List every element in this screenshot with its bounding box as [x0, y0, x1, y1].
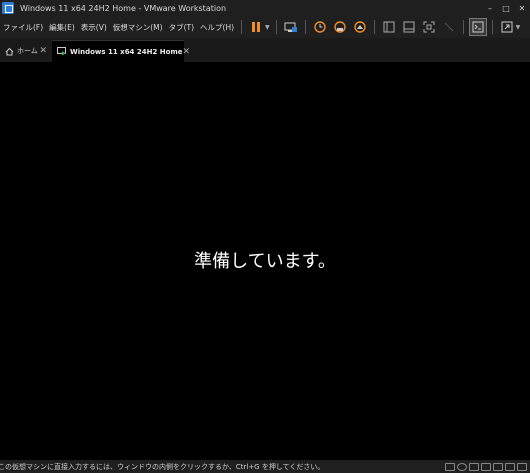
status-bar: この仮想マシンに直接入力するには、ウィンドウの内側をクリックするか、Ctrl+G…: [0, 460, 530, 473]
thumbnail-bar-icon[interactable]: [401, 19, 417, 35]
tab-vm[interactable]: Windows 11 x64 24H2 Home ✕: [52, 40, 190, 62]
toolbar-separator: [304, 20, 306, 34]
vm-status-message: 準備しています。: [194, 251, 336, 272]
window-controls: – □ ✕: [482, 0, 530, 16]
tab-bar: ホーム ✕ Windows 11 x64 24H2 Home ✕: [0, 38, 530, 62]
menu-toolbar: ファイル(F) 編集(E) 表示(V) 仮想マシン(M) タブ(T) ヘルプ(H…: [0, 16, 530, 38]
toolbar-separator: [373, 20, 375, 34]
tab-home-label: ホーム: [17, 47, 38, 55]
toolbar-separator: [491, 20, 493, 34]
close-button[interactable]: ✕: [514, 0, 530, 16]
tab-vm-label: Windows 11 x64 24H2 Home: [70, 47, 183, 56]
home-icon: [5, 47, 14, 56]
network-icon[interactable]: [469, 462, 479, 471]
toolbar-separator: [275, 20, 277, 34]
vm-console-screen[interactable]: 準備しています。: [0, 62, 530, 460]
unity-icon[interactable]: [441, 19, 457, 35]
revert-snapshot-icon[interactable]: [332, 19, 348, 35]
tab-home[interactable]: ホーム ✕: [0, 40, 52, 62]
stretch-icon[interactable]: [499, 19, 515, 35]
close-icon[interactable]: ✕: [39, 46, 47, 56]
usb-icon[interactable]: [481, 462, 491, 471]
hard-disk-icon[interactable]: [445, 462, 455, 471]
vm-icon: [57, 47, 67, 56]
menu-vm[interactable]: 仮想マシン(M): [110, 16, 166, 38]
library-icon[interactable]: [381, 19, 397, 35]
menu-file[interactable]: ファイル(F): [0, 16, 46, 38]
close-icon[interactable]: ✕: [182, 47, 190, 57]
toolbar-separator: [241, 20, 243, 34]
display-icon[interactable]: [505, 462, 515, 471]
pause-icon[interactable]: [248, 19, 264, 35]
vmware-app-icon: [2, 2, 14, 14]
console-icon[interactable]: [468, 18, 487, 36]
full-screen-icon[interactable]: [421, 19, 437, 35]
chevron-down-icon[interactable]: ▼: [516, 24, 521, 31]
toolbar-separator: [462, 20, 464, 34]
menu-view[interactable]: 表示(V): [78, 16, 110, 38]
status-text: この仮想マシンに直接入力するには、ウィンドウの内側をクリックするか、Ctrl+G…: [0, 462, 325, 471]
menu-tabs[interactable]: タブ(T): [166, 16, 197, 38]
title-bar: Windows 11 x64 24H2 Home - VMware Workst…: [0, 0, 530, 16]
snapshot-manager-icon[interactable]: [352, 19, 368, 35]
send-ctrl-alt-del-icon[interactable]: [283, 19, 299, 35]
minimize-button[interactable]: –: [482, 0, 498, 16]
window-title: Windows 11 x64 24H2 Home - VMware Workst…: [20, 3, 227, 13]
device-status-icons: [444, 462, 530, 471]
snapshot-icon[interactable]: [312, 19, 328, 35]
maximize-button[interactable]: □: [498, 0, 514, 16]
sound-icon[interactable]: [493, 462, 503, 471]
menu-help[interactable]: ヘルプ(H): [197, 16, 237, 38]
message-icon[interactable]: [517, 462, 527, 471]
cd-rom-icon[interactable]: [457, 462, 467, 471]
chevron-down-icon[interactable]: ▼: [265, 24, 270, 31]
menu-edit[interactable]: 編集(E): [46, 16, 78, 38]
